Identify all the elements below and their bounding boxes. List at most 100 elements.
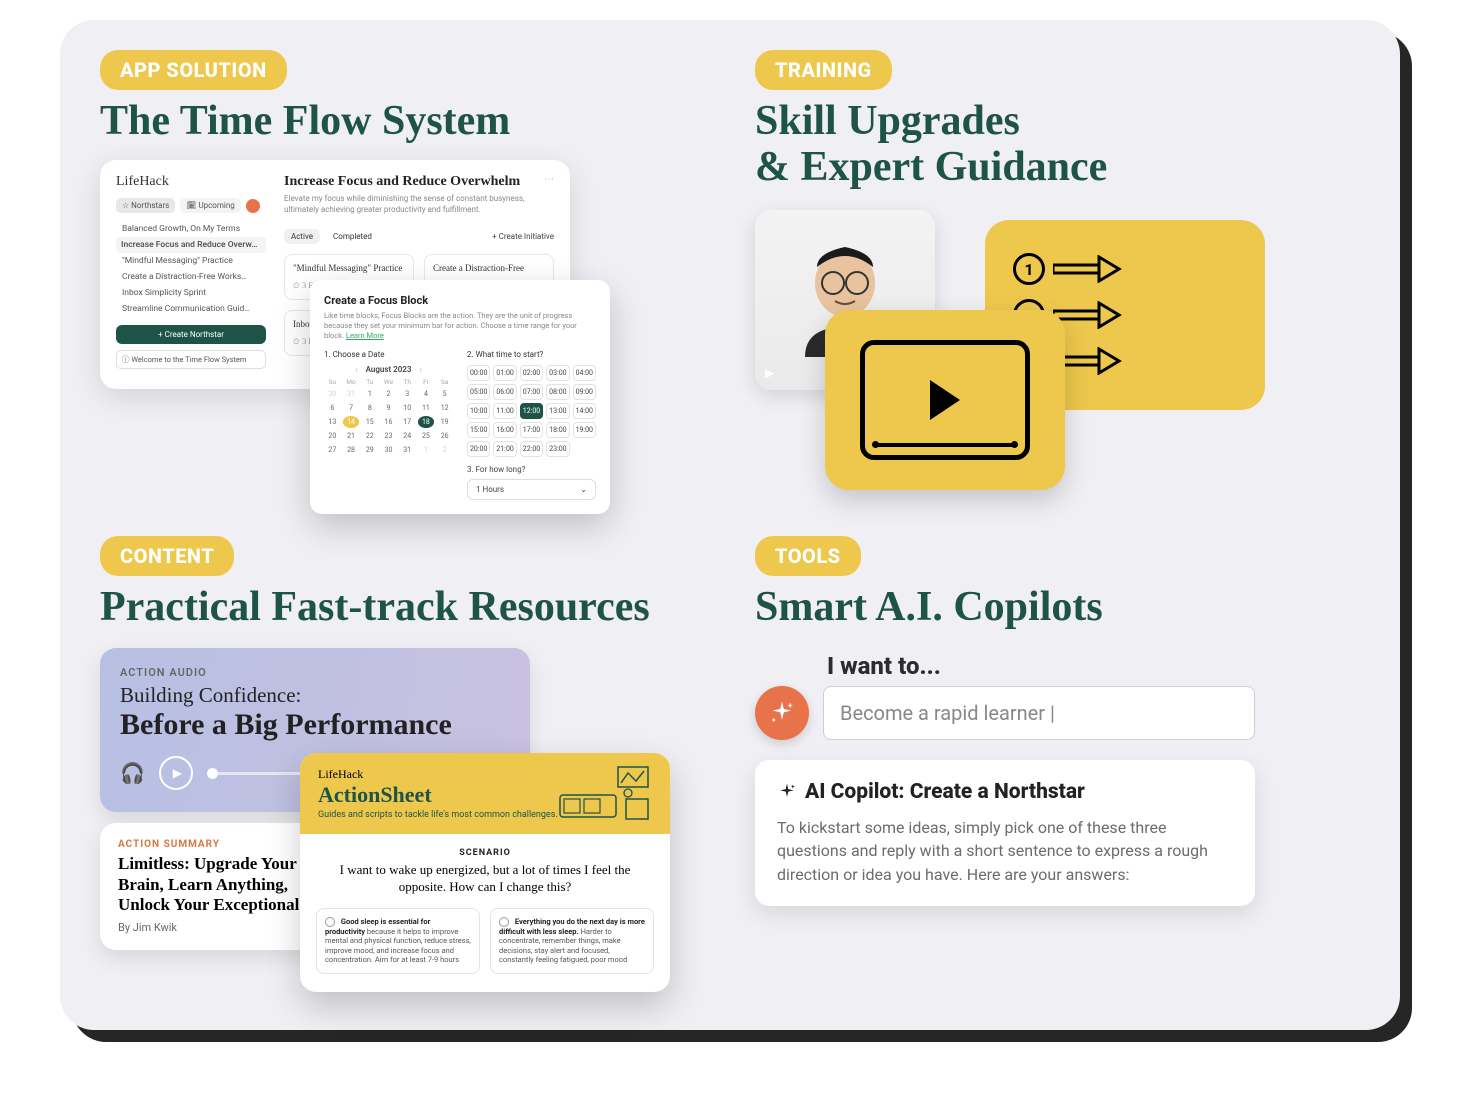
content-preview: ACTION AUDIO Building Confidence: Before… [100,648,660,968]
sidebar-item[interactable]: Inbox Simplicity Sprint [116,285,266,301]
time-option[interactable]: 09:00 [573,384,596,400]
time-option[interactable]: 05:00 [467,384,490,400]
play-icon [930,380,960,420]
section-app-solution: APP SOLUTION The Time Flow System LifeHa… [100,50,705,512]
time-option[interactable]: 19:00 [573,422,596,438]
popup-subtitle: Like time blocks, Focus Blocks are the a… [324,311,596,340]
feature-panel: APP SOLUTION The Time Flow System LifeHa… [60,20,1400,1030]
tab-upcoming[interactable]: 🗓 Upcoming [180,198,240,213]
popup-title: Create a Focus Block [324,294,596,307]
actionsheet-header: LifeHack ActionSheet Guides and scripts … [300,753,670,834]
sparkle-badge-icon [755,686,809,740]
timeflow-brand: LifeHack [116,174,266,190]
time-option[interactable]: 07:00 [520,384,543,400]
time-option[interactable]: 00:00 [467,365,490,381]
video-card[interactable] [825,310,1065,490]
prev-month-icon[interactable]: ‹ [355,365,357,374]
badge-training: TRAINING [755,50,892,90]
create-northstar-button[interactable]: + Create Northstar [116,325,266,344]
question-label: 1. Choose a Date [324,350,453,359]
calendar-grid[interactable]: SuMoTuWeThFrSa 303112345 6789101112 1314… [324,378,453,456]
badge-app-solution: APP SOLUTION [100,50,287,90]
time-option[interactable]: 03:00 [546,365,569,381]
step-number-icon: 1 [1013,253,1045,285]
tab-northstars[interactable]: ☆ Northstars [116,198,175,213]
duration-select[interactable]: 1 Hours ⌄ [467,479,596,500]
initiative-title: "Mindful Messaging" Practice [293,263,402,273]
copilot-card: AI Copilot: Create a Northstar To kickst… [755,760,1255,906]
play-button[interactable] [159,756,193,790]
time-option[interactable]: 15:00 [467,422,490,438]
training-preview: 1 2 3 [755,210,1265,490]
avatar[interactable] [246,199,260,213]
sidebar-item[interactable]: Create a Distraction-Free Works… [116,269,266,285]
time-grid[interactable]: 00:0001:0002:0003:0004:00 05:0006:0007:00… [467,365,596,457]
time-option[interactable]: 23:00 [546,441,569,457]
bulb-icon [325,917,335,927]
section-tools: TOOLS Smart A.I. Copilots I want to... [755,536,1360,990]
headphones-icon [120,761,145,785]
sidebar-item[interactable]: "Mindful Messaging" Practice [116,253,266,269]
time-option[interactable]: 21:00 [493,441,516,457]
audio-title-line2: Before a Big Performance [120,708,510,742]
time-option[interactable]: 11:00 [493,403,516,419]
welcome-banner[interactable]: ⓘ Welcome to the Time Flow System [116,350,266,369]
time-option[interactable]: 13:00 [546,403,569,419]
more-icon[interactable]: ⋯ [544,174,554,185]
time-option[interactable]: 02:00 [520,365,543,381]
time-option[interactable]: 10:00 [467,403,490,419]
create-focus-block-popup: Create a Focus Block Like time blocks, F… [310,280,610,514]
arrow-icon [1053,255,1123,283]
play-icon[interactable] [765,366,774,380]
copilot-body: To kickstart some ideas, simply pick one… [777,816,1233,886]
progress-bar-icon [875,443,1015,447]
section-training: TRAINING Skill Upgrades& Expert Guidance… [755,50,1360,512]
tip-card: Good sleep is essential for productivity… [316,908,480,974]
step-item: 1 [1013,253,1265,285]
time-option[interactable]: 04:00 [573,365,596,381]
sidebar-group-active[interactable]: Increase Focus and Reduce Overw… [116,237,266,253]
tab-completed[interactable]: Completed [326,229,379,244]
time-option[interactable]: 14:00 [573,403,596,419]
headline-training: Skill Upgrades& Expert Guidance [755,98,1360,190]
tip-card: Everything you do the next day is more d… [490,908,654,974]
prompt-input[interactable]: Become a rapid learner | [823,686,1255,740]
scenario-label: SCENARIO [316,848,654,858]
prompt-label: I want to... [823,652,1255,680]
tab-active[interactable]: Active [284,229,320,244]
audio-title-line1: Building Confidence: [120,683,510,708]
section-content: CONTENT Practical Fast-track Resources A… [100,536,705,990]
chevron-down-icon: ⌄ [580,485,587,494]
headline-content: Practical Fast-track Resources [100,584,705,630]
headline-app-solution: The Time Flow System [100,98,705,144]
page-title: Increase Focus and Reduce Overwhelm [284,174,520,190]
sidebar-item[interactable]: Streamline Communication Guid… [116,301,266,317]
question-label: 3. For how long? [467,465,596,474]
timeflow-sidebar: LifeHack ☆ Northstars 🗓 Upcoming Balance… [116,174,266,369]
prompt-value: Become a rapid learner | [840,701,1055,725]
time-option[interactable]: 08:00 [546,384,569,400]
learn-more-link[interactable]: Learn More [346,331,384,340]
next-month-icon[interactable]: › [419,365,421,374]
badge-tools: TOOLS [755,536,861,576]
page-subtitle: Elevate my focus while diminishing the s… [284,194,554,215]
time-option[interactable]: 12:00 [520,403,543,419]
time-option[interactable]: 01:00 [493,365,516,381]
sparkle-icon [768,699,796,727]
card-tag: ACTION AUDIO [120,666,510,679]
time-option[interactable]: 18:00 [546,422,569,438]
sparkle-icon [777,782,797,802]
action-sheet-card[interactable]: LifeHack ActionSheet Guides and scripts … [300,753,670,991]
question-label: 2. What time to start? [467,350,596,359]
time-option[interactable]: 22:00 [520,441,543,457]
video-player-icon [860,340,1030,460]
time-option[interactable]: 16:00 [493,422,516,438]
time-option[interactable]: 17:00 [520,422,543,438]
tools-preview: I want to... Become a rapid learner | AI… [755,652,1255,906]
badge-content: CONTENT [100,536,234,576]
time-option[interactable]: 20:00 [467,441,490,457]
create-initiative-button[interactable]: + Create Initiative [492,232,554,241]
sidebar-item[interactable]: Balanced Growth, On My Terms [116,221,266,237]
time-picker: 2. What time to start? 00:0001:0002:0003… [467,350,596,500]
time-option[interactable]: 06:00 [493,384,516,400]
